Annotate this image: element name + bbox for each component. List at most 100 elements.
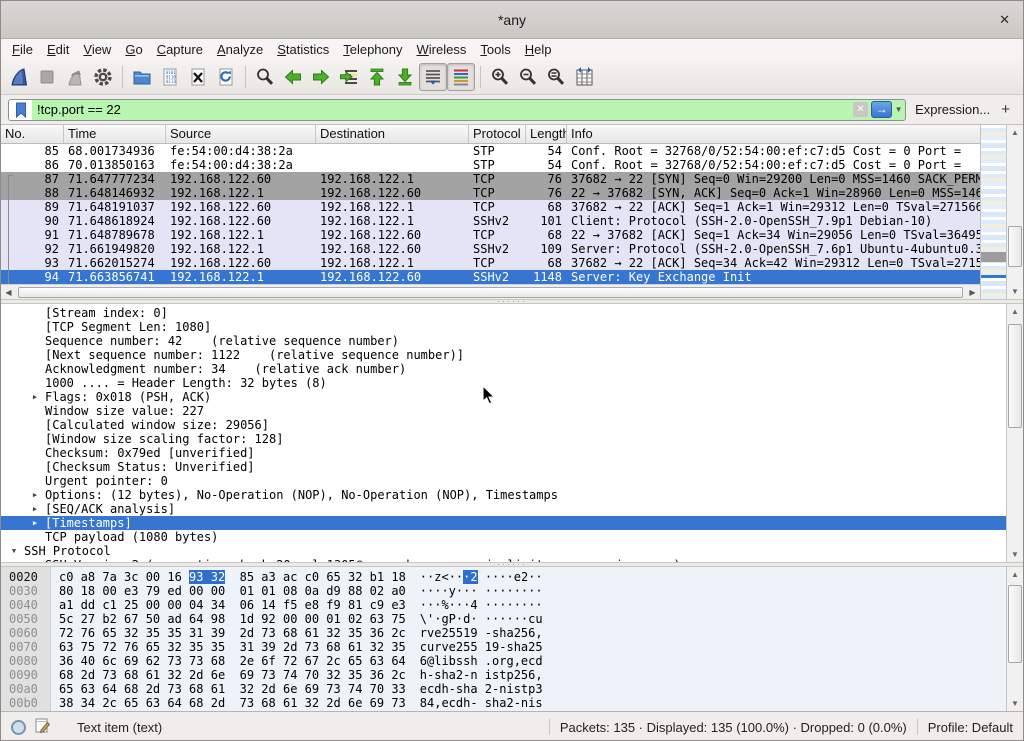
expander-collapsed-icon[interactable]: ▶ — [30, 390, 40, 404]
profile-text[interactable]: Profile: Default — [928, 720, 1013, 735]
detail-row[interactable]: [Window size scaling factor: 128] — [1, 432, 1006, 446]
packet-row[interactable]: 9071.648618924192.168.122.60192.168.122.… — [1, 214, 980, 228]
detail-row[interactable]: [Stream index: 0] — [1, 306, 1006, 320]
packet-row[interactable]: 9371.662015274192.168.122.60192.168.122.… — [1, 256, 980, 270]
stop-capture-icon[interactable] — [33, 63, 61, 91]
go-first-packet-icon[interactable] — [363, 63, 391, 91]
scroll-right-icon[interactable]: ▶ — [965, 288, 980, 297]
scroll-down-icon[interactable]: ▼ — [1007, 547, 1023, 562]
menu-view[interactable]: View — [76, 41, 118, 58]
menu-file[interactable]: File — [5, 41, 40, 58]
filter-dropdown-icon[interactable]: ▼ — [892, 105, 905, 114]
go-to-packet-icon[interactable] — [335, 63, 363, 91]
hex-row[interactable]: 0040a1 dd c1 25 00 00 04 34 06 14 f5 e8 … — [1, 598, 1006, 612]
clear-filter-icon[interactable]: ✕ — [853, 102, 868, 117]
menu-wireless[interactable]: Wireless — [410, 41, 474, 58]
expander-collapsed-icon[interactable]: ▶ — [30, 488, 40, 502]
filter-input[interactable]: !tcp.port == 22 — [32, 102, 853, 117]
column-header-destination[interactable]: Destination — [316, 125, 469, 143]
packet-row[interactable]: 9471.663856741192.168.122.1192.168.122.6… — [1, 270, 980, 284]
hex-row[interactable]: 003080 18 00 e3 79 ed 00 00 01 01 08 0a … — [1, 584, 1006, 598]
vscroll-thumb[interactable] — [1008, 324, 1022, 429]
add-filter-button[interactable]: + — [999, 101, 1016, 118]
hex-row[interactable]: 006072 76 65 32 35 35 31 39 2d 73 68 61 … — [1, 626, 1006, 640]
close-file-icon[interactable] — [184, 63, 212, 91]
menu-telephony[interactable]: Telephony — [336, 41, 409, 58]
packet-row[interactable]: 9171.648789678192.168.122.1192.168.122.6… — [1, 228, 980, 242]
menu-statistics[interactable]: Statistics — [270, 41, 336, 58]
scroll-down-icon[interactable]: ▼ — [1007, 696, 1023, 711]
restart-capture-icon[interactable] — [61, 63, 89, 91]
zoom-in-icon[interactable] — [486, 63, 514, 91]
column-header-length[interactable]: Length — [526, 125, 567, 143]
vscroll-thumb[interactable] — [1008, 226, 1022, 266]
menu-analyze[interactable]: Analyze — [210, 41, 270, 58]
packet-row[interactable]: 8568.001734936fe:54:00:d4:38:2aSTP54Conf… — [1, 144, 980, 158]
detail-row[interactable]: Urgent pointer: 0 — [1, 474, 1006, 488]
column-header-protocol[interactable]: Protocol — [469, 125, 526, 143]
hex-row[interactable]: 009068 2d 73 68 61 32 2d 6e 69 73 74 70 … — [1, 668, 1006, 682]
auto-scroll-icon[interactable] — [419, 63, 447, 91]
expander-collapsed-icon[interactable]: ▶ — [30, 558, 40, 562]
scroll-up-icon[interactable]: ▲ — [1007, 125, 1023, 140]
open-file-icon[interactable] — [128, 63, 156, 91]
expander-expanded-icon[interactable]: ▼ — [9, 544, 19, 558]
packet-minimap[interactable] — [980, 125, 1006, 299]
detail-row[interactable]: ▼SSH Protocol — [1, 544, 1006, 558]
expander-collapsed-icon[interactable]: ▶ — [30, 502, 40, 516]
menu-capture[interactable]: Capture — [150, 41, 210, 58]
expert-info-icon[interactable] — [11, 720, 26, 735]
capture-comment-icon[interactable] — [35, 717, 50, 737]
detail-row[interactable]: Checksum: 0x79ed [unverified] — [1, 446, 1006, 460]
detail-row[interactable]: [Calculated window size: 29056] — [1, 418, 1006, 432]
column-header-source[interactable]: Source — [166, 125, 316, 143]
column-header-time[interactable]: Time — [64, 125, 166, 143]
scroll-up-icon[interactable]: ▲ — [1007, 304, 1023, 319]
find-packet-icon[interactable] — [251, 63, 279, 91]
hex-row[interactable]: 007063 75 72 76 65 32 35 35 31 39 2d 73 … — [1, 640, 1006, 654]
zoom-out-icon[interactable] — [514, 63, 542, 91]
detail-row[interactable]: [Checksum Status: Unverified] — [1, 460, 1006, 474]
display-filter-field[interactable]: !tcp.port == 22 ✕ → ▼ — [8, 99, 906, 121]
start-capture-icon[interactable] — [5, 63, 33, 91]
packet-row[interactable]: 8871.648146932192.168.122.1192.168.122.6… — [1, 186, 980, 200]
hex-vscrollbar[interactable]: ▲ ▼ — [1006, 567, 1023, 711]
detail-row[interactable]: TCP payload (1080 bytes) — [1, 530, 1006, 544]
colorize-packets-icon[interactable] — [447, 63, 475, 91]
details-vscrollbar[interactable]: ▲ ▼ — [1006, 304, 1023, 562]
hex-row[interactable]: 008036 40 6c 69 62 73 73 68 2e 6f 72 67 … — [1, 654, 1006, 668]
detail-row[interactable]: ▶[SEQ/ACK analysis] — [1, 502, 1006, 516]
detail-row[interactable]: ▶[Timestamps] — [1, 516, 1006, 530]
save-file-icon[interactable]: 010101100113 — [156, 63, 184, 91]
expander-collapsed-icon[interactable]: ▶ — [30, 516, 40, 530]
packet-row[interactable]: 8771.647777234192.168.122.60192.168.122.… — [1, 172, 980, 186]
vscroll-thumb[interactable] — [1008, 585, 1022, 663]
detail-row[interactable]: Sequence number: 42 (relative sequence n… — [1, 334, 1006, 348]
menu-tools[interactable]: Tools — [473, 41, 517, 58]
bookmark-icon[interactable] — [9, 100, 32, 120]
apply-filter-icon[interactable]: → — [871, 101, 892, 118]
detail-row[interactable]: Window size value: 227 — [1, 404, 1006, 418]
packet-list-hscrollbar[interactable]: ◀ ▶ — [1, 284, 980, 299]
go-last-packet-icon[interactable] — [391, 63, 419, 91]
detail-row[interactable]: [Next sequence number: 1122 (relative se… — [1, 348, 1006, 362]
expression-button[interactable]: Expression... — [915, 102, 990, 117]
close-icon[interactable]: ✕ — [999, 12, 1010, 28]
hex-row[interactable]: 00505c 27 b2 67 50 ad 64 98 1d 92 00 00 … — [1, 612, 1006, 626]
hscroll-thumb[interactable] — [18, 287, 963, 298]
packet-row[interactable]: 8670.013850163fe:54:00:d4:38:2aSTP54Conf… — [1, 158, 980, 172]
zoom-original-icon[interactable] — [542, 63, 570, 91]
detail-row[interactable]: Acknowledgment number: 34 (relative ack … — [1, 362, 1006, 376]
scroll-down-icon[interactable]: ▼ — [1007, 284, 1023, 299]
menu-edit[interactable]: Edit — [40, 41, 76, 58]
column-header-info[interactable]: Info — [567, 125, 980, 143]
menu-go[interactable]: Go — [118, 41, 149, 58]
resize-columns-icon[interactable] — [570, 63, 598, 91]
column-header-no[interactable]: No. — [1, 125, 64, 143]
hex-row[interactable]: 00b038 34 2c 65 63 64 68 2d 73 68 61 32 … — [1, 696, 1006, 710]
hex-row[interactable]: 00a065 63 64 68 2d 73 68 61 32 2d 6e 69 … — [1, 682, 1006, 696]
detail-row[interactable]: ▶Options: (12 bytes), No-Operation (NOP)… — [1, 488, 1006, 502]
detail-row[interactable]: ▶Flags: 0x018 (PSH, ACK) — [1, 390, 1006, 404]
scroll-up-icon[interactable]: ▲ — [1007, 567, 1023, 582]
packet-row[interactable]: 9271.661949820192.168.122.1192.168.122.6… — [1, 242, 980, 256]
